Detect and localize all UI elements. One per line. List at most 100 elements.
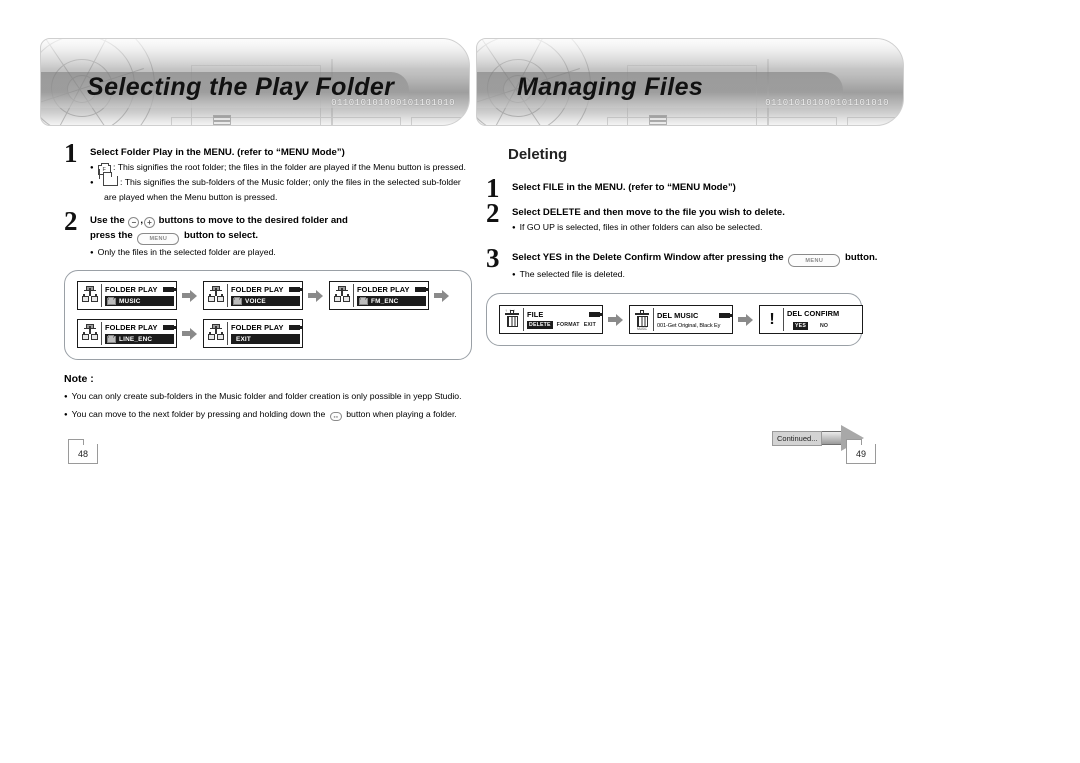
step-heading-line2: press the MENU button to select. (90, 229, 472, 245)
battery-icon (289, 325, 302, 330)
folder-icon (107, 334, 116, 343)
lcd-title: FILE (527, 310, 544, 319)
step-2-bullet-text: If GO UP is selected, files in other fol… (519, 222, 763, 232)
note-title: Note : (64, 373, 94, 385)
page-number-left: 48 (68, 439, 98, 464)
step-3-bullet-text: The selected file is deleted. (519, 269, 625, 279)
flow-arrow-icon (738, 313, 754, 326)
lcd-selected-item: VOICE (231, 296, 300, 306)
lcd-title: FOLDER PLAY (105, 323, 158, 332)
delete-flow-panel: ↑↑↑ FILE DELETE FORMAT EXIT MUSIC DEL MU… (486, 293, 863, 346)
step-1-left: 1 Select Folder Play in the MENU. (refer… (64, 140, 472, 204)
lcd-submenu: DELETE FORMAT EXIT (527, 321, 600, 329)
folder-play-flow-panel: FOLDER PLAY MUSIC FOLDER PLAY VOICE FOLD… (64, 270, 472, 360)
folder-icon (359, 296, 368, 305)
lcd-value: LINE_ENC (119, 335, 153, 343)
folder-play-pictogram-icon (80, 284, 102, 307)
lcd-title: FOLDER PLAY (231, 285, 284, 294)
flow-arrow-wrap-icon (434, 289, 450, 302)
left-column: 1 Select Folder Play in the MENU. (refer… (64, 140, 472, 426)
step-3-text-a: Select YES in the Delete Confirm Window … (512, 252, 784, 263)
binary-strip-right: 011010101000101101010 (765, 98, 889, 108)
note-line-2-text-a: You can move to the next folder by press… (71, 409, 326, 419)
step-2-bullet-text: Only the files in the selected folder ar… (97, 247, 276, 257)
lcd-selected-item: MUSIC (105, 296, 174, 306)
note-section: Note : You can only create sub-folders i… (64, 373, 472, 423)
lcd-screen-del-music: MUSIC DEL MUSIC 001-Get Original, Black … (629, 305, 733, 334)
menu-item-format: FORMAT (556, 322, 580, 328)
step-heading: Select Folder Play in the MENU. (refer t… (90, 147, 345, 158)
menu-item-exit: EXIT (583, 322, 597, 328)
continued-label: Continued... (772, 430, 823, 446)
sub-folder-icon (98, 169, 118, 186)
page-title-right: Managing Files (517, 73, 704, 101)
head-text-c: press the (90, 230, 133, 241)
lcd-selected-item: LINE_ENC (105, 334, 174, 344)
flow-row: FOLDER PLAY LINE_ENC FOLDER PLAY EXIT (77, 319, 459, 348)
lcd-screen-voice: FOLDER PLAY VOICE (203, 281, 303, 310)
note-line-1-text: You can only create sub-folders in the M… (71, 391, 462, 401)
step-heading: Select YES in the Delete Confirm Window … (512, 251, 898, 267)
flow-row: FOLDER PLAY MUSIC FOLDER PLAY VOICE FOLD… (77, 281, 459, 310)
step-3-right: 3 Select YES in the Delete Confirm Windo… (486, 245, 898, 283)
step-2-bullet: If GO UP is selected, files in other fol… (512, 221, 898, 236)
flow-row: ↑↑↑ FILE DELETE FORMAT EXIT MUSIC DEL MU… (499, 305, 863, 334)
lcd-screen-file-menu: ↑↑↑ FILE DELETE FORMAT EXIT (499, 305, 603, 334)
confirm-no: NO (819, 323, 829, 329)
minus-button-icon: − (128, 217, 140, 228)
battery-icon (719, 312, 732, 318)
trash-icon: MUSIC (632, 308, 654, 331)
plus-button-icon: + (144, 217, 155, 228)
folder-play-pictogram-icon (80, 322, 102, 345)
bullet-sub-text-cont: are played when the Menu button is press… (104, 192, 278, 202)
header-banner-left: Selecting the Play Folder 01101010100010… (40, 38, 470, 126)
note-line-2: You can move to the next folder by press… (64, 408, 472, 423)
confirm-yes: YES (793, 322, 808, 330)
barcode-icon-right (649, 115, 667, 125)
step-1-right: 1 Select FILE in the MENU. (refer to “ME… (486, 175, 898, 202)
lcd-selected-item: EXIT (231, 334, 300, 344)
folder-play-pictogram-icon (332, 284, 354, 307)
step-heading-line1: Use the −, + buttons to move to the desir… (90, 215, 348, 228)
step-bullet-root: F : This signifies the root folder; the … (90, 161, 472, 176)
step-heading: Select DELETE and then move to the file … (512, 207, 785, 218)
confirm-options: YES NO (787, 322, 860, 330)
lcd-title: FOLDER PLAY (231, 323, 284, 332)
lcd-filename: 001-Get Original, Black Ey (657, 322, 721, 329)
nav-button-icon: ●● (329, 412, 342, 421)
battery-icon (163, 325, 176, 330)
flow-arrow-icon (182, 289, 198, 302)
battery-icon (163, 287, 176, 292)
folder-icon (107, 296, 116, 305)
note-line-1: You can only create sub-folders in the M… (64, 390, 472, 405)
trash-icon-label: MUSIC (637, 326, 647, 331)
menu-button-icon: MENU (788, 254, 841, 267)
battery-icon (289, 287, 302, 292)
head-text-b: buttons to move to the desired folder an… (158, 215, 348, 226)
trash-icon: ↑↑↑ (502, 308, 524, 331)
note-line-2-text-b: button when playing a folder. (346, 409, 457, 419)
folder-play-pictogram-icon (206, 284, 228, 307)
lcd-title: DEL CONFIRM (787, 309, 840, 318)
right-column: Deleting 1 Select FILE in the MENU. (ref… (486, 146, 898, 346)
step-2-right: 2 Select DELETE and then move to the fil… (486, 200, 898, 236)
head-text-d: button to select. (184, 230, 259, 241)
flow-arrow-icon (608, 313, 624, 326)
folder-play-pictogram-icon (206, 322, 228, 345)
step-number: 3 (486, 243, 500, 273)
lcd-screen-del-confirm: ! DEL CONFIRM YES NO (759, 305, 863, 334)
header-banner-right: Managing Files 011010101000101101010 (476, 38, 904, 126)
page-number-right: 49 (846, 439, 876, 464)
flow-arrow-icon (308, 289, 324, 302)
lcd-title: FOLDER PLAY (357, 285, 410, 294)
battery-icon (415, 287, 428, 292)
lcd-screen-fm-enc: FOLDER PLAY FM_ENC (329, 281, 429, 310)
lcd-title: DEL MUSIC (657, 310, 699, 320)
step-bullet-sub: : This signifies the sub-folders of the … (90, 169, 472, 204)
lcd-screen-music: FOLDER PLAY MUSIC (77, 281, 177, 310)
lcd-value: EXIT (236, 335, 252, 343)
bullet-root-text: : This signifies the root folder; the fi… (113, 162, 466, 172)
lcd-value: VOICE (245, 297, 266, 305)
step-3-bullet: The selected file is deleted. (512, 268, 898, 283)
step-number: 2 (64, 206, 78, 236)
